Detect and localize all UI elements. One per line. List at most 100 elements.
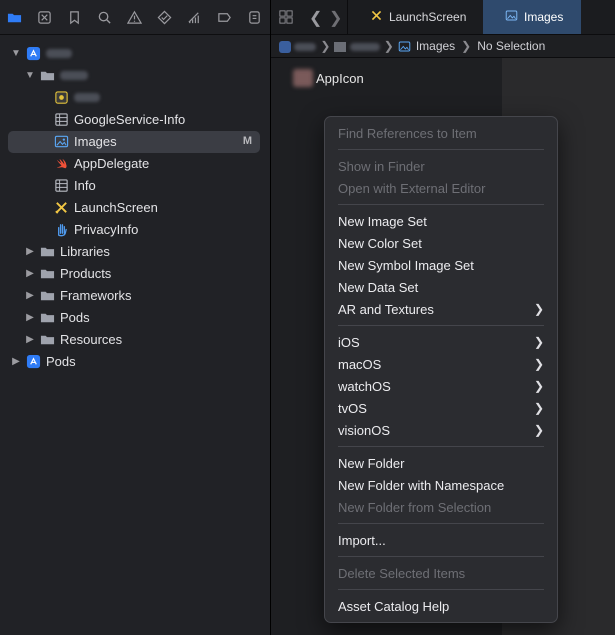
breadcrumb-selection[interactable]: No Selection [477, 39, 545, 53]
context-menu: Find References to Item Show in Finder O… [324, 116, 558, 623]
asset-item-appicon[interactable]: AppIcon [293, 69, 364, 87]
tab-images[interactable]: Images [483, 0, 581, 34]
menu-item-import[interactable]: Import... [338, 530, 544, 550]
menu-separator [338, 325, 544, 326]
menu-item-delete-selected: Delete Selected Items [338, 565, 466, 581]
asset-catalog-icon [505, 9, 518, 25]
menu-item-new-color-set[interactable]: New Color Set [338, 233, 544, 253]
warning-icon[interactable] [126, 9, 142, 25]
menu-item-ios[interactable]: iOS ❯ [338, 332, 544, 352]
search-icon[interactable] [96, 9, 112, 25]
menu-separator [338, 523, 544, 524]
report-icon[interactable] [246, 9, 262, 25]
menu-item-macos[interactable]: macOS ❯ [338, 354, 544, 374]
menu-item-show-in-finder: Show in Finder [338, 158, 425, 174]
tree-row-label: Pods [60, 309, 90, 325]
tree-row-products[interactable]: ▶ Products [0, 262, 270, 284]
back-icon[interactable]: ❮ [309, 8, 322, 28]
tree-row-privacyinfo[interactable]: PrivacyInfo [0, 218, 270, 240]
tree-row-label: Pods [46, 353, 76, 369]
breadcrumb-images[interactable]: Images [416, 39, 455, 53]
project-navigator: ▼ ▼ GoogleService-Info Images M AppDeleg… [0, 0, 270, 635]
menu-separator [338, 446, 544, 447]
menu-item-new-symbol-image-set[interactable]: New Symbol Image Set [338, 255, 544, 275]
menu-separator [338, 556, 544, 557]
test-icon[interactable] [156, 9, 172, 25]
tree-row-pods-group[interactable]: ▶ Pods [0, 306, 270, 328]
chevron-down-icon[interactable]: ▼ [25, 70, 35, 81]
tree-row-launchscreen[interactable]: LaunchScreen [0, 196, 270, 218]
breadcrumb-group[interactable] [334, 39, 380, 53]
chevron-right-icon[interactable]: ▶ [25, 268, 35, 279]
tree-row-label: Info [74, 177, 96, 193]
menu-item-visionos[interactable]: visionOS ❯ [338, 420, 544, 440]
tree-row-group[interactable]: ▼ [0, 64, 270, 86]
menu-separator [338, 149, 544, 150]
chevron-right-icon[interactable]: ▶ [25, 312, 35, 323]
breadcrumb-project[interactable] [279, 39, 317, 53]
plist-icon [53, 177, 69, 193]
menu-item-new-image-set[interactable]: New Image Set [338, 211, 544, 231]
file-icon [53, 89, 69, 105]
xcode-project-icon [25, 353, 41, 369]
tree-row-info[interactable]: Info [0, 174, 270, 196]
storyboard-icon [53, 199, 69, 215]
breakpoint-icon[interactable] [216, 9, 232, 25]
folder-icon[interactable] [6, 9, 22, 25]
tree-row-googleservice[interactable]: GoogleService-Info [0, 108, 270, 130]
folder-icon [39, 287, 55, 303]
menu-item-asset-catalog-help[interactable]: Asset Catalog Help [338, 596, 544, 616]
asset-catalog-icon [53, 133, 69, 149]
tree-row-images[interactable]: Images M [0, 130, 270, 152]
chevron-right-icon[interactable]: ▶ [25, 246, 35, 257]
modified-badge: M [242, 135, 252, 147]
asset-label: AppIcon [316, 70, 364, 86]
bookmark-icon[interactable] [66, 9, 82, 25]
menu-item-open-external-editor: Open with External Editor [338, 180, 486, 196]
chevron-right-icon[interactable]: ▶ [11, 356, 21, 367]
menu-item-new-folder-namespace[interactable]: New Folder with Namespace [338, 475, 544, 495]
tab-launchscreen[interactable]: LaunchScreen [347, 0, 484, 34]
chevron-right-icon: ❯ [461, 39, 472, 53]
navigator-toolbar [0, 0, 270, 35]
debug-icon[interactable] [186, 9, 202, 25]
menu-item-tvos[interactable]: tvOS ❯ [338, 398, 544, 418]
folder-icon [39, 67, 55, 83]
tree-row-label [46, 46, 72, 61]
tree-row-libraries[interactable]: ▶ Libraries [0, 240, 270, 262]
chevron-right-icon: ❯ [533, 302, 544, 316]
tree-row-appdelegate[interactable]: AppDelegate [0, 152, 270, 174]
menu-item-watchos[interactable]: watchOS ❯ [338, 376, 544, 396]
folder-icon [39, 243, 55, 259]
tab-label: Images [524, 10, 564, 24]
grid-icon[interactable] [279, 10, 293, 27]
tree-row-label [74, 90, 100, 105]
xcode-project-icon [25, 45, 41, 61]
folder-icon [39, 309, 55, 325]
chevron-right-icon[interactable]: ▶ [25, 290, 35, 301]
appicon-thumbnail [293, 69, 313, 87]
tree-row-label: Resources [60, 331, 123, 347]
tree-row-label: Images [74, 133, 117, 149]
menu-item-ar-textures[interactable]: AR and Textures ❯ [338, 299, 544, 319]
chevron-down-icon[interactable]: ▼ [11, 48, 21, 59]
tree-row-label: LaunchScreen [74, 199, 158, 215]
privacy-hand-icon [53, 221, 69, 237]
menu-item-new-data-set[interactable]: New Data Set [338, 277, 544, 297]
tree-row-file[interactable] [0, 86, 270, 108]
tree-row-label: GoogleService-Info [74, 111, 186, 127]
editor-tab-bar: ❮ ❯ LaunchScreen Images [271, 0, 615, 35]
tree-row-label: Products [60, 265, 112, 281]
chevron-right-icon[interactable]: ▶ [25, 334, 35, 345]
chevron-right-icon: ❯ [533, 357, 544, 371]
tree-row-project[interactable]: ▼ [0, 42, 270, 64]
tree-row-resources[interactable]: ▶ Resources [0, 328, 270, 350]
source-control-icon[interactable] [36, 9, 52, 25]
tree-row-frameworks[interactable]: ▶ Frameworks [0, 284, 270, 306]
tab-label: LaunchScreen [389, 10, 467, 24]
tree-row-pods-project[interactable]: ▶ Pods [0, 350, 270, 372]
storyboard-icon [370, 9, 383, 25]
menu-separator [338, 589, 544, 590]
menu-item-new-folder[interactable]: New Folder [338, 453, 544, 473]
forward-icon[interactable]: ❯ [329, 8, 342, 28]
